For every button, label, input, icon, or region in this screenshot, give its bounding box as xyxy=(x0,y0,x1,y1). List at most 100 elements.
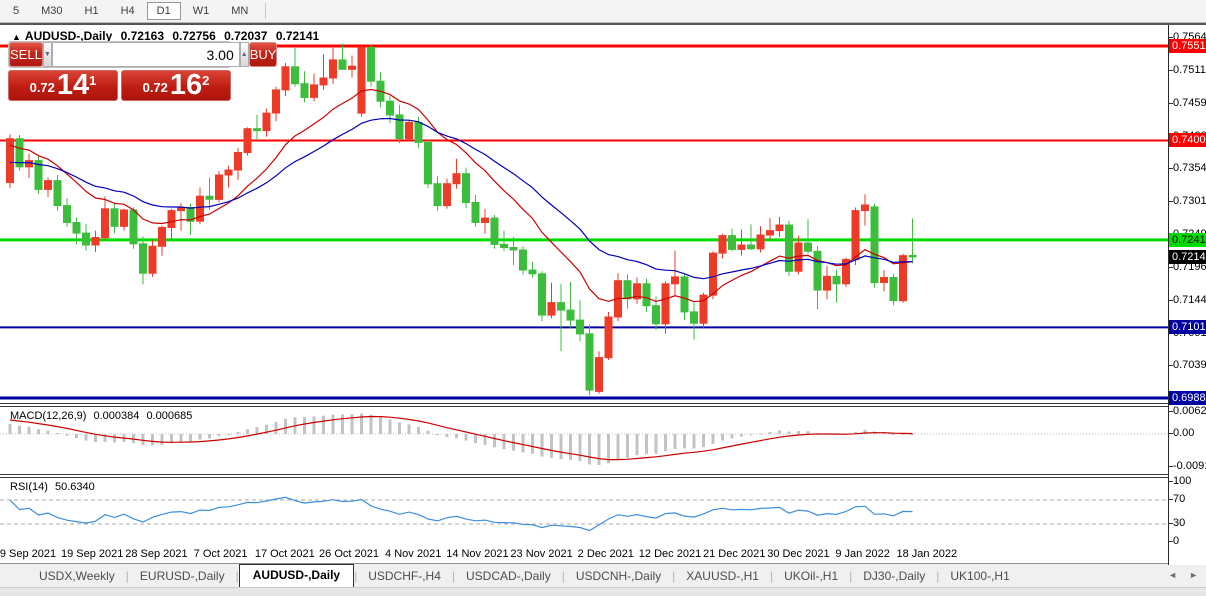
candle-body xyxy=(586,334,593,390)
buy-price-sup: 2 xyxy=(202,64,209,98)
date-axis-label: 17 Oct 2021 xyxy=(255,548,315,560)
level-price-badge: 0.74002 xyxy=(1169,133,1206,147)
candle-body xyxy=(358,47,365,113)
candle-body xyxy=(263,113,270,131)
candle-body xyxy=(140,244,147,273)
price-axis[interactable]: 0.756400.751150.745900.740650.735400.730… xyxy=(1168,25,1206,565)
macd-histogram-bar xyxy=(18,426,21,434)
volume-input[interactable] xyxy=(52,42,240,67)
macd-histogram-bar xyxy=(588,434,591,464)
sell-button[interactable]: SELL xyxy=(9,42,43,67)
macd-histogram-bar xyxy=(493,434,496,447)
candle-body xyxy=(738,245,745,249)
candle-body xyxy=(434,184,441,206)
buy-price-display[interactable]: 0.72 16 2 xyxy=(121,70,231,101)
tab-usdcnh-daily[interactable]: USDCNH-,Daily xyxy=(565,566,672,587)
timeframe-button-mn[interactable]: MN xyxy=(221,2,258,20)
macd-histogram-bar xyxy=(645,434,648,454)
candle-body xyxy=(643,284,650,306)
macd-histogram-bar xyxy=(9,424,12,434)
price-tick-label: 0.73540 xyxy=(1173,162,1206,174)
axis-tick-mark xyxy=(1169,466,1173,467)
tab-usdx-weekly[interactable]: USDX,Weekly xyxy=(28,566,126,587)
timeframe-toolbar: 5M30H1H4D1W1MN xyxy=(0,0,1206,23)
sell-price-display[interactable]: 0.72 14 1 xyxy=(8,70,118,101)
candle-body xyxy=(368,47,375,81)
date-axis-label: 23 Nov 2021 xyxy=(510,548,572,560)
macd-panel[interactable]: MACD(12,26,9) 0.000384 0.000685 xyxy=(0,407,1206,474)
macd-histogram-bar xyxy=(569,434,572,460)
rsi-axis-label: 70 xyxy=(1173,493,1185,505)
tab-ukoil-h1[interactable]: UKOil-,H1 xyxy=(773,566,849,587)
rsi-panel[interactable]: RSI(14) 50.6340 xyxy=(0,478,1206,545)
timeframe-button-d1[interactable]: D1 xyxy=(147,2,181,20)
level-price-badge: 0.69884 xyxy=(1169,391,1206,405)
date-axis-label: 12 Dec 2021 xyxy=(639,548,701,560)
candle-body xyxy=(510,248,517,251)
tab-usdchf-h4[interactable]: USDCHF-,H4 xyxy=(357,566,452,587)
macd-histogram-bar xyxy=(892,434,895,435)
candle-body xyxy=(216,175,223,199)
spin-up-icon: ▲ xyxy=(241,51,248,58)
macd-histogram-bar xyxy=(712,434,715,444)
candle-body xyxy=(54,181,61,206)
one-click-trade-widget: SELL ▼ ▲ BUY 0.72 14 1 0.72 16 2 xyxy=(8,41,231,101)
ohlc-close: 0.72141 xyxy=(276,29,319,43)
tab-audusd-daily[interactable]: AUDUSD-,Daily xyxy=(239,564,354,587)
date-axis-label: 19 Sep 2021 xyxy=(61,548,123,560)
candle-body xyxy=(254,129,261,131)
level-price-badge: 0.75512 xyxy=(1169,39,1206,53)
buy-price-big: 16 xyxy=(170,72,202,98)
candle-body xyxy=(311,85,318,98)
tab-xauusd-h1[interactable]: XAUUSD-,H1 xyxy=(675,566,770,587)
tab-eurusd-daily[interactable]: EURUSD-,Daily xyxy=(129,566,236,587)
current-price-badge: 0.72141 xyxy=(1169,250,1206,264)
candle-body xyxy=(567,310,574,320)
tabs-scroll-right-icon[interactable]: ► xyxy=(1189,570,1198,580)
timeframe-button-m30[interactable]: M30 xyxy=(31,2,72,20)
date-axis-label: 28 Sep 2021 xyxy=(125,548,187,560)
tab-uk100-h1[interactable]: UK100-,H1 xyxy=(939,566,1020,587)
candle-body xyxy=(273,90,280,113)
timeframe-button-h4[interactable]: H4 xyxy=(111,2,145,20)
candle-body xyxy=(767,231,774,235)
timeframe-button-h1[interactable]: H1 xyxy=(75,2,109,20)
buy-button[interactable]: BUY xyxy=(249,42,278,67)
spin-down-icon: ▼ xyxy=(44,51,51,58)
date-axis-label: 30 Dec 2021 xyxy=(767,548,829,560)
macd-name: MACD(12,26,9) xyxy=(10,410,86,422)
macd-histogram-bar xyxy=(902,434,905,435)
volume-decrease-button[interactable]: ▼ xyxy=(43,42,52,67)
macd-histogram-bar xyxy=(522,434,525,452)
tab-dj30-daily[interactable]: DJ30-,Daily xyxy=(852,566,936,587)
candle-body xyxy=(662,284,669,324)
macd-histogram-bar xyxy=(455,434,458,438)
macd-signal-line xyxy=(10,417,913,460)
candle-body xyxy=(824,276,831,290)
timeframe-button-w1[interactable]: W1 xyxy=(183,2,220,20)
macd-histogram-bar xyxy=(503,434,506,449)
timeframe-button-5[interactable]: 5 xyxy=(3,2,29,20)
status-strip xyxy=(0,587,1206,596)
macd-histogram-bar xyxy=(313,416,316,434)
macd-histogram-bar xyxy=(56,433,59,434)
candle-body xyxy=(130,210,137,244)
candle-body xyxy=(472,203,479,223)
macd-label: MACD(12,26,9) 0.000384 0.000685 xyxy=(10,410,196,422)
main-price-panel[interactable]: ▲AUDUSD-,Daily 0.72163 0.72756 0.72037 0… xyxy=(0,25,1206,403)
candle-body xyxy=(425,143,432,184)
candle-body xyxy=(92,238,99,246)
macd-histogram-bar xyxy=(579,434,582,461)
date-axis-label: 4 Nov 2021 xyxy=(385,548,441,560)
axis-tick-mark xyxy=(1169,300,1173,301)
tab-usdcad-daily[interactable]: USDCAD-,Daily xyxy=(455,566,562,587)
date-axis[interactable]: 9 Sep 202119 Sep 202128 Sep 20217 Oct 20… xyxy=(0,545,1206,565)
macd-histogram-bar xyxy=(227,434,230,435)
tabs-scroll-left-icon[interactable]: ◄ xyxy=(1168,570,1177,580)
rsi-canvas[interactable] xyxy=(0,478,1168,545)
volume-increase-button[interactable]: ▲ xyxy=(240,42,249,67)
candle-body xyxy=(282,67,289,90)
rsi-label: RSI(14) 50.6340 xyxy=(10,481,99,493)
macd-axis-label: 0.00 xyxy=(1173,427,1194,439)
candle-body xyxy=(605,317,612,358)
